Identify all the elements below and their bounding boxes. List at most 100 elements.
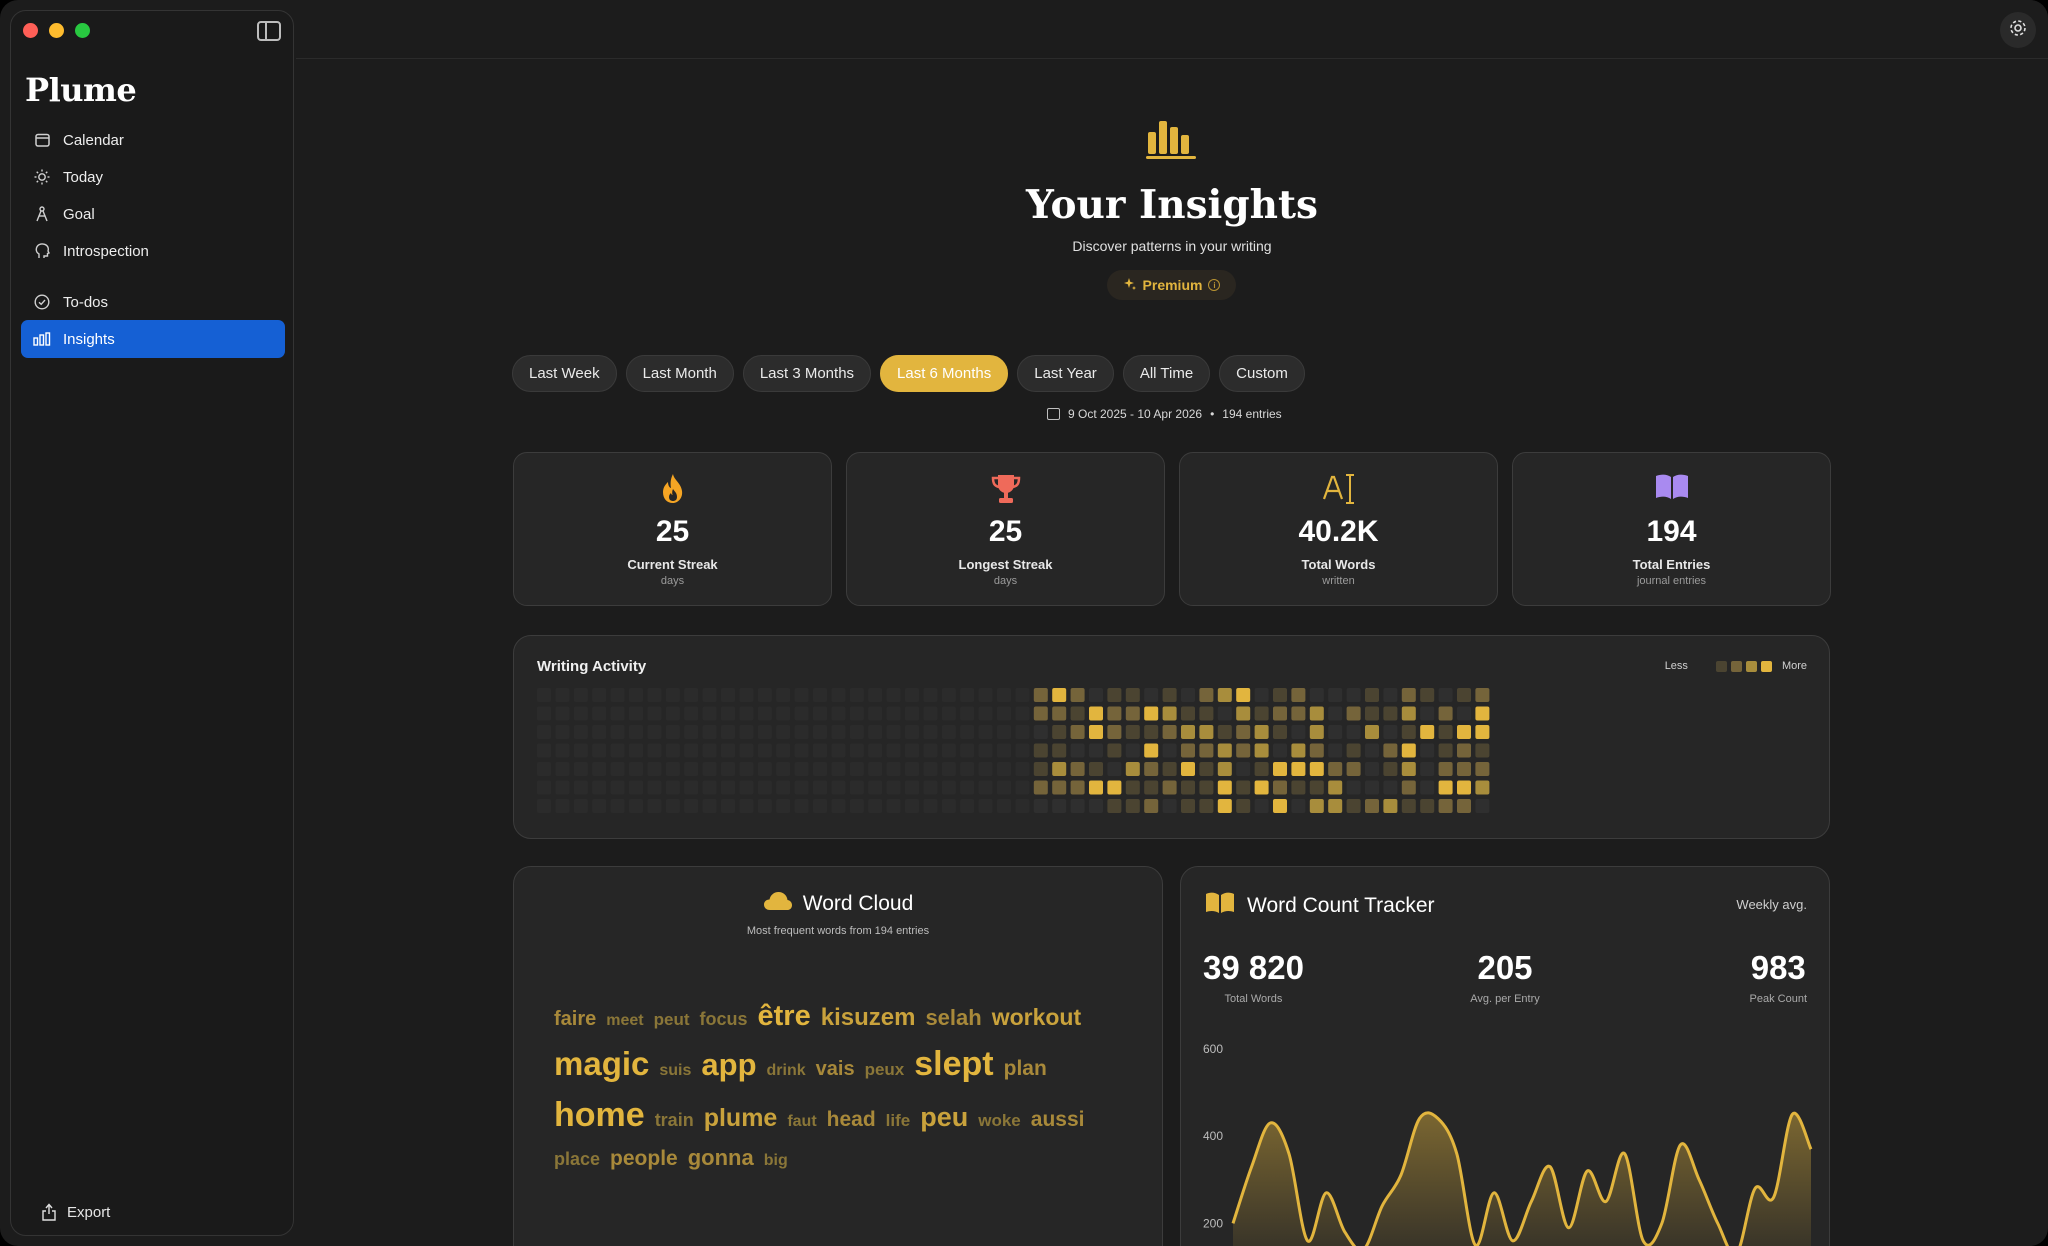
activity-day-cell[interactable]	[905, 799, 919, 813]
word-cloud-word[interactable]: vais	[816, 1054, 855, 1084]
activity-day-cell[interactable]	[1401, 762, 1416, 776]
activity-day-cell[interactable]	[1089, 799, 1103, 813]
activity-day-cell[interactable]	[610, 688, 625, 702]
activity-day-cell[interactable]	[941, 799, 956, 813]
activity-day-cell[interactable]	[1438, 762, 1453, 776]
activity-day-cell[interactable]	[794, 780, 809, 795]
activity-day-cell[interactable]	[813, 780, 827, 795]
activity-day-cell[interactable]	[886, 706, 901, 721]
activity-day-cell[interactable]	[1107, 799, 1122, 813]
activity-day-cell[interactable]	[905, 743, 919, 758]
activity-day-cell[interactable]	[757, 780, 772, 795]
activity-day-cell[interactable]	[1107, 725, 1122, 739]
activity-day-cell[interactable]	[1457, 706, 1471, 721]
activity-day-cell[interactable]	[886, 780, 901, 795]
activity-day-cell[interactable]	[794, 799, 809, 813]
activity-day-cell[interactable]	[592, 780, 607, 795]
minimize-window-button[interactable]	[49, 23, 64, 38]
chart-data-point[interactable]	[1806, 1144, 1816, 1154]
activity-day-cell[interactable]	[1291, 780, 1306, 795]
export-button[interactable]: Export	[41, 1203, 110, 1221]
sidebar-item-insights[interactable]: Insights	[21, 320, 285, 358]
activity-day-cell[interactable]	[1328, 725, 1343, 739]
activity-day-cell[interactable]	[629, 706, 643, 721]
activity-day-cell[interactable]	[978, 780, 993, 795]
activity-day-cell[interactable]	[1457, 725, 1471, 739]
activity-day-cell[interactable]	[960, 688, 975, 702]
sidebar-item-today[interactable]: Today	[21, 158, 285, 196]
activity-day-cell[interactable]	[960, 799, 975, 813]
activity-day-cell[interactable]	[886, 799, 901, 813]
activity-day-cell[interactable]	[1273, 780, 1287, 795]
range-last-year[interactable]: Last Year	[1017, 355, 1114, 392]
activity-day-cell[interactable]	[1162, 799, 1177, 813]
activity-day-cell[interactable]	[1015, 725, 1030, 739]
activity-day-cell[interactable]	[629, 688, 643, 702]
activity-day-cell[interactable]	[1033, 799, 1048, 813]
activity-day-cell[interactable]	[1089, 688, 1103, 702]
range-all-time[interactable]: All Time	[1122, 355, 1211, 392]
activity-day-cell[interactable]	[1144, 688, 1159, 702]
sidebar-item-todos[interactable]: To-dos	[21, 283, 285, 321]
word-cloud-word[interactable]: place	[554, 1146, 600, 1173]
activity-day-cell[interactable]	[1144, 780, 1159, 795]
activity-day-cell[interactable]	[1144, 743, 1159, 758]
activity-day-cell[interactable]	[757, 743, 772, 758]
range-last-week[interactable]: Last Week	[512, 355, 617, 392]
activity-day-cell[interactable]	[978, 706, 993, 721]
activity-day-cell[interactable]	[1457, 780, 1471, 795]
chart-data-point[interactable]	[1750, 1183, 1760, 1193]
activity-day-cell[interactable]	[1162, 762, 1177, 776]
activity-day-cell[interactable]	[555, 780, 570, 795]
activity-day-cell[interactable]	[1346, 725, 1361, 739]
activity-day-cell[interactable]	[757, 706, 772, 721]
activity-day-cell[interactable]	[794, 706, 809, 721]
activity-day-cell[interactable]	[978, 743, 993, 758]
activity-day-cell[interactable]	[831, 706, 846, 721]
activity-day-cell[interactable]	[573, 743, 588, 758]
activity-day-cell[interactable]	[721, 780, 735, 795]
activity-day-cell[interactable]	[1144, 799, 1159, 813]
word-cloud-word[interactable]: aussi	[1031, 1104, 1085, 1136]
activity-day-cell[interactable]	[1089, 706, 1103, 721]
activity-day-cell[interactable]	[1273, 762, 1287, 776]
chart-data-point[interactable]	[1564, 1223, 1574, 1233]
activity-day-cell[interactable]	[610, 780, 625, 795]
word-cloud-word[interactable]: magic	[554, 1039, 649, 1089]
activity-day-cell[interactable]	[923, 706, 938, 721]
word-cloud-word[interactable]: woke	[978, 1108, 1021, 1134]
word-cloud-word[interactable]: peux	[865, 1057, 905, 1083]
activity-day-cell[interactable]	[537, 799, 551, 813]
activity-day-cell[interactable]	[1033, 743, 1048, 758]
activity-day-cell[interactable]	[739, 688, 754, 702]
activity-day-cell[interactable]	[647, 799, 662, 813]
word-cloud-word[interactable]: workout	[992, 1000, 1081, 1035]
activity-day-cell[interactable]	[1328, 743, 1343, 758]
range-last-6-months[interactable]: Last 6 Months	[880, 355, 1009, 392]
chart-data-point[interactable]	[1675, 1140, 1685, 1150]
activity-day-cell[interactable]	[1438, 799, 1453, 813]
activity-day-cell[interactable]	[1199, 743, 1214, 758]
activity-day-cell[interactable]	[1346, 780, 1361, 795]
activity-day-cell[interactable]	[684, 762, 699, 776]
activity-day-cell[interactable]	[537, 706, 551, 721]
chart-data-point[interactable]	[1303, 1236, 1313, 1246]
activity-day-cell[interactable]	[960, 762, 975, 776]
activity-day-cell[interactable]	[1254, 725, 1269, 739]
activity-day-cell[interactable]	[1089, 762, 1103, 776]
word-cloud-word[interactable]: big	[764, 1149, 788, 1173]
activity-day-cell[interactable]	[1070, 799, 1085, 813]
activity-day-cell[interactable]	[776, 762, 791, 776]
activity-day-cell[interactable]	[1254, 780, 1269, 795]
chart-data-point[interactable]	[1396, 1170, 1406, 1180]
chart-data-point[interactable]	[1638, 1236, 1648, 1246]
activity-day-cell[interactable]	[960, 725, 975, 739]
activity-day-cell[interactable]	[868, 762, 883, 776]
activity-day-cell[interactable]	[1089, 725, 1103, 739]
chart-data-point[interactable]	[1340, 1227, 1350, 1237]
close-window-button[interactable]	[23, 23, 38, 38]
activity-day-cell[interactable]	[1033, 780, 1048, 795]
activity-day-cell[interactable]	[1052, 688, 1067, 702]
word-cloud-word[interactable]: drink	[767, 1059, 806, 1083]
activity-day-cell[interactable]	[1162, 743, 1177, 758]
